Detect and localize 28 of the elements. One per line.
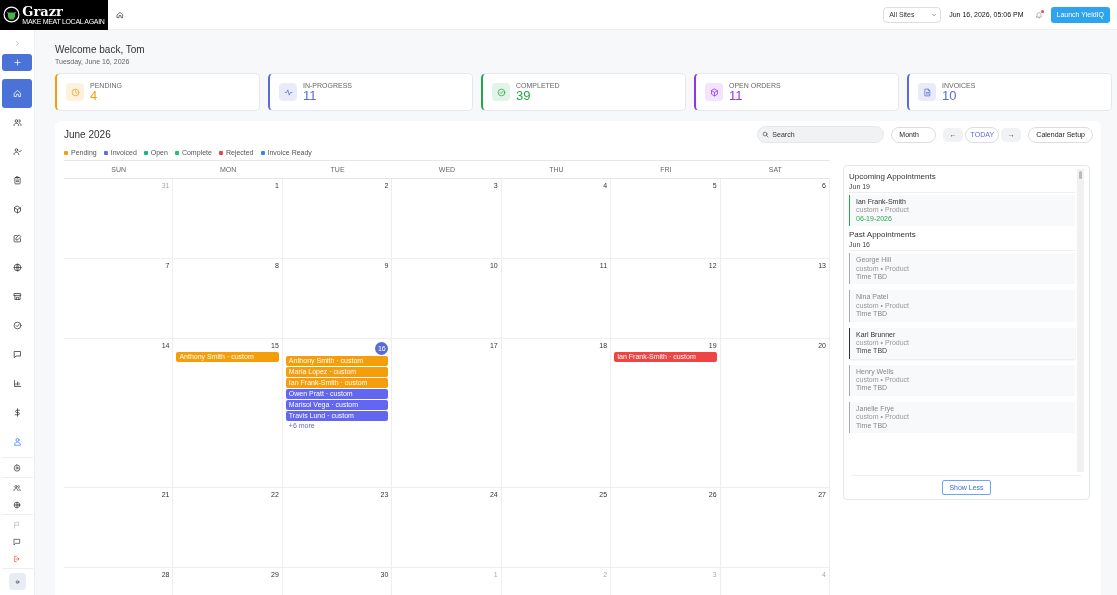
stat-value: 11 (303, 88, 317, 103)
chevron-icon (13, 39, 21, 47)
document-icon (922, 87, 932, 97)
check-circle-icon (496, 87, 506, 97)
calendar-title: June 2026 (64, 129, 111, 140)
add-button[interactable] (2, 54, 32, 71)
box-icon (709, 87, 719, 97)
logout-icon (13, 554, 21, 563)
bell-icon (1034, 10, 1043, 19)
search-icon (762, 131, 770, 138)
scrollbar[interactable] (1077, 169, 1084, 472)
activity-icon (283, 87, 293, 97)
welcome-title: Welcome back, Tom (55, 44, 146, 55)
cow-head-icon (3, 6, 21, 23)
clock-icon (70, 87, 80, 97)
stat-value: 11 (729, 88, 743, 103)
stat-value: 39 (516, 88, 531, 103)
sidebar-item[interactable] (2, 79, 32, 108)
caret-icon (931, 11, 938, 18)
logo-name: Grazr (22, 4, 64, 18)
section-title: Past Appointments (849, 230, 917, 240)
stat-value: 4 (90, 88, 98, 103)
profile-button[interactable] (8, 573, 26, 590)
section-title: Upcoming Appointments (849, 172, 937, 181)
home-icon (116, 10, 124, 19)
stat-value: 10 (942, 88, 957, 103)
plus-icon (12, 58, 22, 67)
avatar-icon (14, 577, 20, 586)
